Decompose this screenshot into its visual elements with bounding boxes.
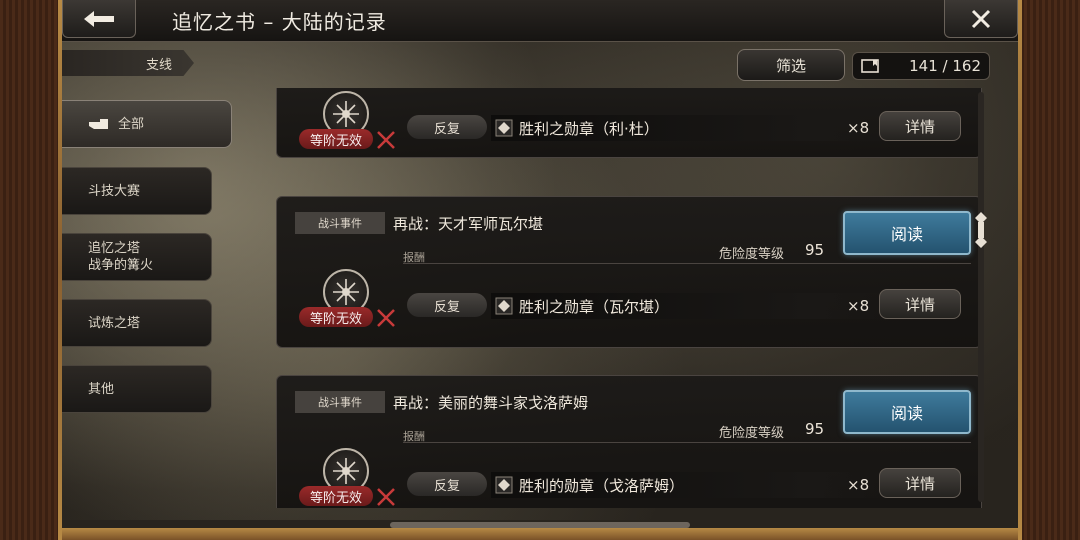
read-button[interactable]: 阅读	[843, 390, 971, 434]
reward-count: ×8	[847, 476, 870, 494]
divider	[403, 442, 971, 443]
pointing-hand-icon	[89, 119, 108, 129]
repeat-badge: 反复	[407, 115, 487, 139]
frame-left	[0, 0, 62, 540]
horizontal-scroll-indicator	[390, 522, 690, 528]
detail-button[interactable]: 详情	[879, 289, 961, 319]
tab-other[interactable]: 其他	[62, 365, 212, 413]
danger-level-label: 危险度等级	[719, 426, 785, 441]
event-type-badge: 战斗事件	[295, 391, 385, 413]
event-header: 战斗事件 再战：美丽的舞斗家戈洛萨姆	[295, 390, 588, 414]
reward-count: ×8	[847, 119, 870, 137]
reward-bar: 胜利之勋章（利·杜）	[491, 115, 893, 141]
list-item: 战斗事件 再战：美丽的舞斗家戈洛萨姆 阅读 报酬 危险度等级 95 等阶无效 反…	[276, 375, 982, 508]
crossed-swords-icon	[377, 131, 395, 149]
page-title: 追忆之书 – 大陆的记录	[172, 10, 387, 34]
reward-bar: 胜利的勋章（戈洛萨姆）	[491, 472, 893, 498]
counter-value: 141 / 162	[909, 57, 981, 75]
event-title: 再战：天才军师瓦尔堪	[393, 214, 544, 233]
close-button[interactable]	[944, 0, 1018, 38]
back-button[interactable]	[62, 0, 136, 38]
medal-icon	[495, 476, 513, 494]
repeat-badge: 反复	[407, 472, 487, 496]
tab-label: 斗技大赛	[88, 183, 141, 199]
tab-arena[interactable]: 斗技大赛	[62, 167, 212, 215]
detail-button[interactable]: 详情	[879, 468, 961, 498]
detail-button[interactable]: 详情	[879, 111, 961, 141]
reward-bar: 胜利之勋章（瓦尔堪）	[491, 293, 893, 319]
tab-label: 追忆之塔 战争的篝火	[88, 241, 154, 273]
reward-row: 等阶无效 反复 胜利之勋章（利·杜） ×8 详情	[277, 91, 981, 151]
filter-button[interactable]: 筛选	[737, 49, 845, 81]
medal-icon	[495, 119, 513, 137]
tab-all[interactable]: 全部	[62, 100, 232, 148]
scrollbar-thumb[interactable]	[974, 212, 988, 248]
rank-invalid-badge: 等阶无效	[299, 307, 373, 327]
branch-tag: 支线	[62, 50, 194, 76]
reward-row: 等阶无效 反复 胜利之勋章（瓦尔堪） ×8 详情	[277, 269, 981, 329]
frame-bottom	[62, 528, 1018, 540]
danger-level-label: 危险度等级	[719, 247, 785, 262]
event-header: 战斗事件 再战：天才军师瓦尔堪	[295, 211, 543, 235]
event-type-badge: 战斗事件	[295, 212, 385, 234]
list-item: 战斗事件 再战：天才军师瓦尔堪 阅读 报酬 危险度等级 95 等阶无效 反复 胜…	[276, 196, 982, 348]
repeat-badge: 反复	[407, 293, 487, 317]
crossed-swords-icon	[377, 488, 395, 506]
danger-level-value: 95	[805, 420, 825, 438]
read-button[interactable]: 阅读	[843, 211, 971, 255]
tab-label: 其他	[88, 381, 115, 397]
frame-right	[1018, 0, 1080, 540]
tab-trial-tower[interactable]: 试炼之塔	[62, 299, 212, 347]
reward-name: 胜利之勋章（瓦尔堪）	[519, 297, 670, 316]
scrollbar-track[interactable]	[978, 92, 984, 502]
tab-tower-of-memories[interactable]: 追忆之塔 战争的篝火	[62, 233, 212, 281]
reward-row: 等阶无效 反复 胜利的勋章（戈洛萨姆） ×8 详情	[277, 448, 981, 508]
tab-label: 试炼之塔	[88, 315, 141, 331]
event-list[interactable]: 等阶无效 反复 胜利之勋章（利·杜） ×8 详情 战斗事件 再战：天才军师瓦尔堪…	[264, 88, 1004, 508]
rank-invalid-badge: 等阶无效	[299, 486, 373, 506]
tab-label: 全部	[118, 116, 145, 132]
reward-name: 胜利之勋章（利·杜）	[519, 119, 659, 138]
event-title: 再战：美丽的舞斗家戈洛萨姆	[393, 393, 589, 412]
divider	[403, 263, 971, 264]
reward-count: ×8	[847, 297, 870, 315]
close-icon	[971, 9, 991, 28]
book-icon	[861, 59, 879, 73]
reward-name: 胜利的勋章（戈洛萨姆）	[519, 476, 685, 495]
crossed-swords-icon	[377, 309, 395, 327]
collection-counter: 141 / 162	[852, 52, 990, 80]
arrow-left-icon	[84, 10, 114, 27]
rank-invalid-badge: 等阶无效	[299, 129, 373, 149]
danger-level-value: 95	[805, 241, 825, 259]
list-item: 等阶无效 反复 胜利之勋章（利·杜） ×8 详情	[276, 88, 982, 158]
medal-icon	[495, 297, 513, 315]
